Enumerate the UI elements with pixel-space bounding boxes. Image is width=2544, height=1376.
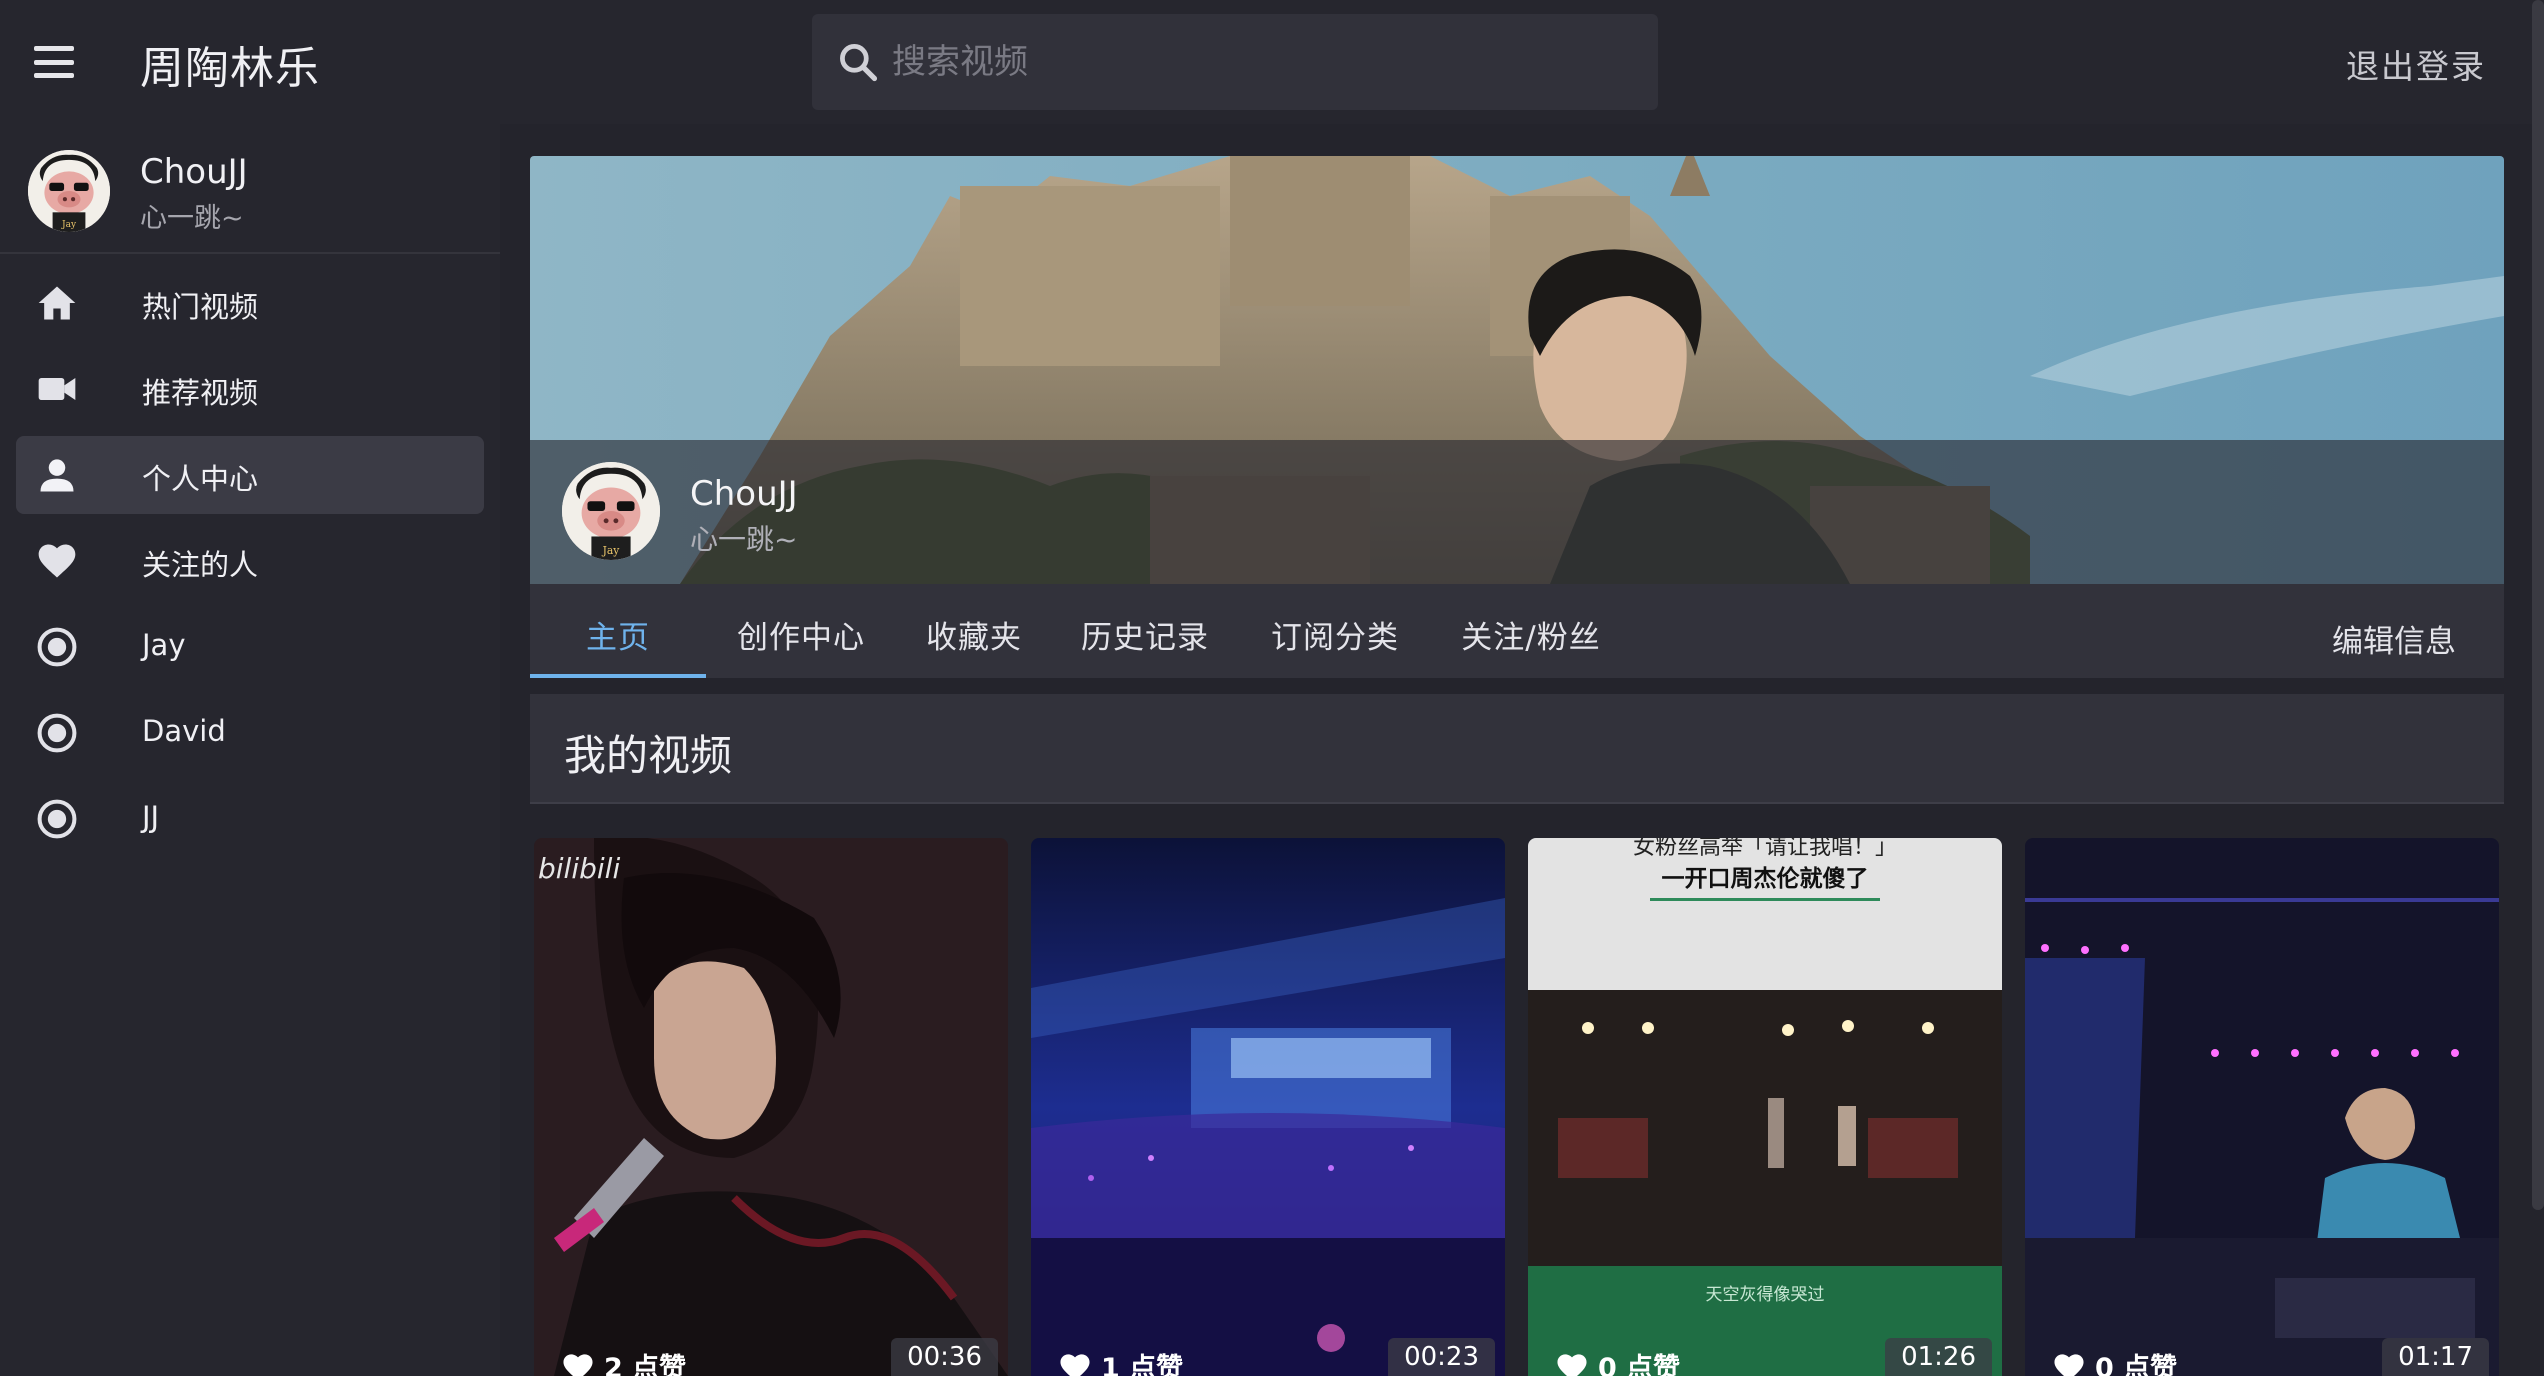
person-icon (40, 459, 74, 492)
svg-text:bilibili: bilibili (538, 852, 620, 885)
video-thumbnail: bilibili (534, 838, 1008, 1376)
sidebar-item-jj[interactable]: JJ (16, 780, 484, 858)
app-title: 周陶林乐 (140, 43, 320, 94)
sidebar-user-motto: 心一跳~ (140, 203, 244, 234)
svg-text:天空灰得像哭过: 天空灰得像哭过 (1706, 1285, 1825, 1305)
heart-icon (1557, 1353, 1587, 1376)
page-scrollbar[interactable] (2532, 0, 2544, 1210)
sidebar-item-label: JJ (142, 800, 160, 834)
avatar[interactable]: Jay (562, 462, 660, 560)
sidebar-item-jay[interactable]: Jay (16, 608, 484, 686)
sidebar-item-personal-center[interactable]: 个人中心 (16, 436, 484, 514)
sidebar-item-label: 个人中心 (142, 462, 259, 496)
tab-home[interactable]: 主页 (530, 584, 706, 678)
video-likes-label: 0 点赞 (2095, 1353, 2178, 1376)
video-duration: 00:36 (891, 1338, 998, 1376)
avatar: Jay (28, 150, 110, 232)
svg-text:Jay: Jay (61, 220, 77, 230)
video-likes-label: 0 点赞 (1598, 1353, 1681, 1376)
home-icon (38, 286, 76, 320)
sidebar-nav: 热门视频 推荐视频 个人中心 关注的人 Jay David JJ (0, 264, 500, 866)
top-bar: 周陶林乐 退出登录 (0, 0, 2544, 124)
svg-text:Jay: Jay (602, 544, 621, 557)
my-videos-header: 我的视频 (530, 694, 2504, 804)
profile-user-name: ChouJJ (690, 474, 798, 514)
video-duration: 01:26 (1885, 1338, 1992, 1376)
banner-user-info: Jay ChouJJ 心一跳~ (530, 440, 2504, 584)
video-likes-label: 2 点赞 (604, 1353, 687, 1376)
sidebar-item-label: 推荐视频 (142, 376, 259, 410)
profile-tabs: 主页 创作中心 收藏夹 历史记录 订阅分类 关注/粉丝 编辑信息 (530, 584, 2504, 678)
radio-circle-icon (37, 627, 77, 667)
video-card[interactable]: 女粉丝高举「请让我唱！」 一开口周杰伦就傻了 天空灰得像哭过 0 点赞 01:2… (1528, 838, 2002, 1376)
sidebar-item-david[interactable]: David (16, 694, 484, 772)
video-likes: 2 点赞 (560, 1346, 686, 1376)
tab-subscriptions[interactable]: 订阅分类 (1260, 584, 1410, 678)
heart-icon (563, 1353, 593, 1376)
video-likes: 1 点赞 (1057, 1346, 1183, 1376)
video-thumbnail: 女粉丝高举「请让我唱！」 一开口周杰伦就傻了 天空灰得像哭过 (1528, 838, 2002, 1376)
tab-following-fans[interactable]: 关注/粉丝 (1446, 584, 1616, 678)
video-likes: 0 点赞 (2051, 1346, 2177, 1376)
hamburger-menu-icon[interactable] (30, 42, 78, 82)
video-card[interactable]: 0 点赞 01:17 (2025, 838, 2499, 1376)
tab-creator-center[interactable]: 创作中心 (726, 584, 876, 678)
video-camera-icon (38, 378, 76, 400)
svg-text:女粉丝高举「请让我唱！」: 女粉丝高举「请让我唱！」 (1633, 838, 1897, 860)
sidebar-item-label: 热门视频 (142, 290, 259, 324)
sidebar-item-following[interactable]: 关注的人 (16, 522, 484, 600)
video-duration: 01:17 (2382, 1338, 2489, 1376)
sidebar: Jay ChouJJ 心一跳~ 热门视频 推荐视频 个人中心 关注的人 Jay … (0, 124, 500, 1376)
sidebar-user-block[interactable]: Jay ChouJJ 心一跳~ (0, 124, 500, 254)
sidebar-item-hot-videos[interactable]: 热门视频 (16, 264, 484, 342)
sidebar-item-label: Jay (142, 628, 186, 662)
search-input[interactable] (892, 32, 1632, 92)
section-title: 我的视频 (564, 731, 733, 780)
profile-user-motto: 心一跳~ (690, 523, 798, 556)
video-grid: bilibili 2 点赞 00:36 1 点赞 00:23 女粉丝高举「请让我… (534, 838, 2500, 1376)
video-thumbnail (1031, 838, 1505, 1376)
radio-circle-icon (37, 799, 77, 839)
search-icon (840, 44, 878, 82)
sidebar-item-recommended-videos[interactable]: 推荐视频 (16, 350, 484, 428)
video-card[interactable]: bilibili 2 点赞 00:36 (534, 838, 1008, 1376)
sidebar-user-name: ChouJJ (140, 152, 248, 192)
sidebar-item-label: David (142, 714, 226, 748)
sidebar-item-label: 关注的人 (142, 548, 259, 582)
heart-icon (2054, 1353, 2084, 1376)
tab-history[interactable]: 历史记录 (1070, 584, 1220, 678)
video-card[interactable]: 1 点赞 00:23 (1031, 838, 1505, 1376)
edit-info-button[interactable]: 编辑信息 (2332, 616, 2456, 661)
heart-icon (38, 544, 76, 578)
tab-favorites[interactable]: 收藏夹 (914, 584, 1034, 678)
profile-banner: Jay ChouJJ 心一跳~ (530, 156, 2504, 584)
video-duration: 00:23 (1388, 1338, 1495, 1376)
logout-button[interactable]: 退出登录 (2346, 40, 2486, 88)
svg-text:一开口周杰伦就傻了: 一开口周杰伦就傻了 (1662, 865, 1869, 892)
heart-icon (1060, 1353, 1090, 1376)
video-thumbnail (2025, 838, 2499, 1376)
video-likes-label: 1 点赞 (1101, 1353, 1184, 1376)
radio-circle-icon (37, 713, 77, 753)
search-box[interactable] (812, 14, 1658, 110)
video-likes: 0 点赞 (1554, 1346, 1680, 1376)
